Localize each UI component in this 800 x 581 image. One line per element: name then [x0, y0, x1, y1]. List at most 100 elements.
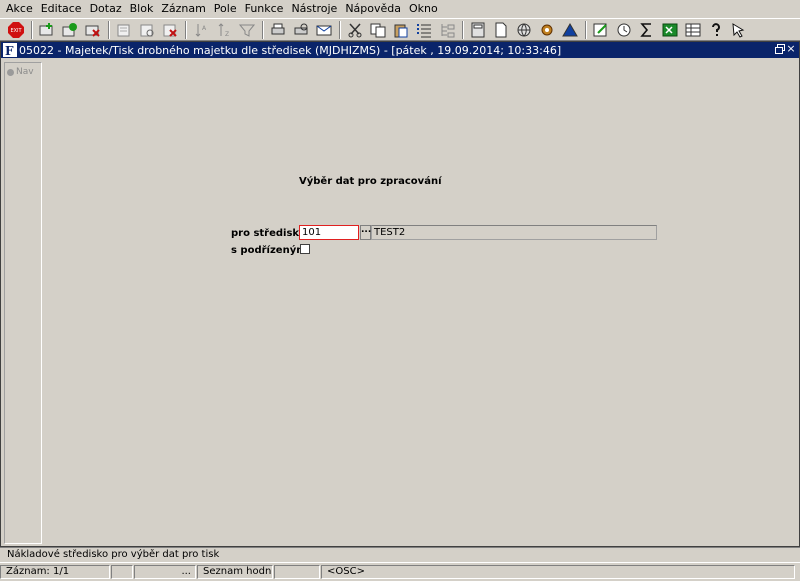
menu-dotaz[interactable]: Dotaz	[86, 0, 126, 18]
app-icon: F	[3, 43, 17, 57]
insert-record-button[interactable]	[37, 20, 57, 40]
print-preview-icon	[294, 23, 308, 34]
sort-asc-icon: A	[195, 23, 207, 37]
copy-button[interactable]	[368, 20, 388, 40]
toolbar-separator	[462, 20, 464, 39]
exit-button[interactable]: EXIT	[6, 20, 26, 40]
form-window: F 05022 - Majetek/Tisk drobného majetku …	[0, 41, 800, 547]
nav-icon	[7, 68, 14, 76]
menu-akce[interactable]: Akce	[2, 0, 37, 18]
delete-record-button[interactable]	[83, 20, 103, 40]
podrizenymi-checkbox[interactable]	[300, 244, 310, 254]
clock-button[interactable]	[614, 20, 634, 40]
stredisko-name-field: TEST2	[371, 225, 657, 240]
filter-button[interactable]	[237, 20, 257, 40]
table-icon	[685, 23, 701, 36]
sort-desc-button[interactable]: Z	[214, 20, 234, 40]
status-record: Záznam: 1/1	[0, 565, 110, 579]
exit-icon: EXIT	[8, 21, 24, 38]
cancel-query-button[interactable]	[160, 20, 180, 40]
email-button[interactable]	[314, 20, 334, 40]
query-icon	[117, 24, 130, 36]
nav-panel: Nav	[4, 62, 42, 544]
menu-editace[interactable]: Editace	[37, 0, 86, 18]
status-list-of-values: Seznam hodn...	[197, 565, 273, 579]
print-preview-button[interactable]	[291, 20, 311, 40]
sort-desc-icon: Z	[218, 22, 229, 38]
status-mode: <OSC>	[321, 565, 795, 579]
list-icon	[417, 23, 431, 37]
tree-button[interactable]	[437, 20, 457, 40]
status-bar: Záznam: 1/1 ... Seznam hodn... <OSC>	[0, 562, 800, 581]
svg-text:A: A	[202, 25, 207, 32]
paste-icon	[394, 24, 408, 37]
menu-blok[interactable]: Blok	[126, 0, 158, 18]
print-button[interactable]	[268, 20, 288, 40]
nav-tab[interactable]: Nav	[5, 63, 41, 77]
globe-button[interactable]	[514, 20, 534, 40]
help-icon	[712, 22, 720, 36]
document-button[interactable]	[491, 20, 511, 40]
restore-window-icon[interactable]	[775, 44, 785, 54]
exit-icon-label: EXIT	[10, 28, 22, 34]
warning-button[interactable]	[560, 20, 580, 40]
menu-pole[interactable]: Pole	[210, 0, 241, 18]
edit-button[interactable]	[591, 20, 611, 40]
calculator-icon	[471, 22, 485, 37]
sum-icon	[640, 22, 651, 37]
context-help-button[interactable]	[729, 20, 749, 40]
table-button[interactable]	[683, 20, 703, 40]
stredisko-lov-button[interactable]: ...	[360, 225, 371, 240]
form-title: Výběr dat pro zpracování	[299, 176, 442, 187]
toolbar-separator	[339, 20, 341, 39]
nav-label: Nav	[16, 67, 34, 77]
insert-record-icon	[39, 22, 53, 35]
calculator-button[interactable]	[468, 20, 488, 40]
sort-asc-button[interactable]: A	[191, 20, 211, 40]
stredisko-label: pro středisko	[231, 228, 306, 239]
email-icon	[316, 25, 332, 35]
menu-okno[interactable]: Okno	[405, 0, 442, 18]
menu-zaznam[interactable]: Záznam	[157, 0, 209, 18]
globe-icon	[517, 23, 531, 36]
hint-bar: Nákladové středisko pro výběr dat pro ti…	[0, 547, 800, 562]
gear-icon	[541, 24, 553, 35]
toolbar-separator	[31, 20, 33, 39]
excel-export-button[interactable]	[660, 20, 680, 40]
paste-button[interactable]	[391, 20, 411, 40]
status-cell-3: ...	[134, 565, 196, 579]
execute-query-icon	[140, 24, 154, 36]
document-icon	[495, 22, 507, 37]
query-button[interactable]	[114, 20, 134, 40]
cut-icon	[348, 22, 362, 37]
settings-button[interactable]	[537, 20, 557, 40]
menu-nastroje[interactable]: Nástroje	[287, 0, 341, 18]
app-logo-icon: F	[5, 44, 14, 57]
list-button[interactable]	[414, 20, 434, 40]
close-window-icon[interactable]: ×	[785, 43, 797, 55]
toolbar-separator	[585, 20, 587, 39]
window-title: 05022 - Majetek/Tisk drobného majetku dl…	[19, 43, 562, 57]
toolbar: EXIT A Z	[0, 18, 800, 41]
tree-icon	[441, 23, 455, 37]
app-logo-letter: F	[5, 44, 14, 57]
duplicate-record-icon	[62, 22, 77, 36]
menu-napoveda[interactable]: Nápověda	[341, 0, 405, 18]
stredisko-input[interactable]: 101	[299, 225, 359, 240]
toolbar-separator	[185, 20, 187, 39]
menu-funkce[interactable]: Funkce	[241, 0, 288, 18]
edit-icon	[593, 23, 607, 36]
sum-button[interactable]	[637, 20, 657, 40]
help-button[interactable]	[706, 20, 726, 40]
print-icon	[271, 23, 285, 34]
execute-query-button[interactable]	[137, 20, 157, 40]
cut-button[interactable]	[345, 20, 365, 40]
podrizenymi-label: s podřízenými	[231, 245, 311, 256]
copy-icon	[370, 23, 386, 37]
status-cell-5	[274, 565, 320, 579]
status-cell-2	[111, 565, 133, 579]
filter-icon	[239, 24, 255, 37]
duplicate-record-button[interactable]	[60, 20, 80, 40]
window-titlebar[interactable]: F 05022 - Majetek/Tisk drobného majetku …	[1, 42, 799, 58]
cancel-query-icon	[163, 24, 177, 37]
